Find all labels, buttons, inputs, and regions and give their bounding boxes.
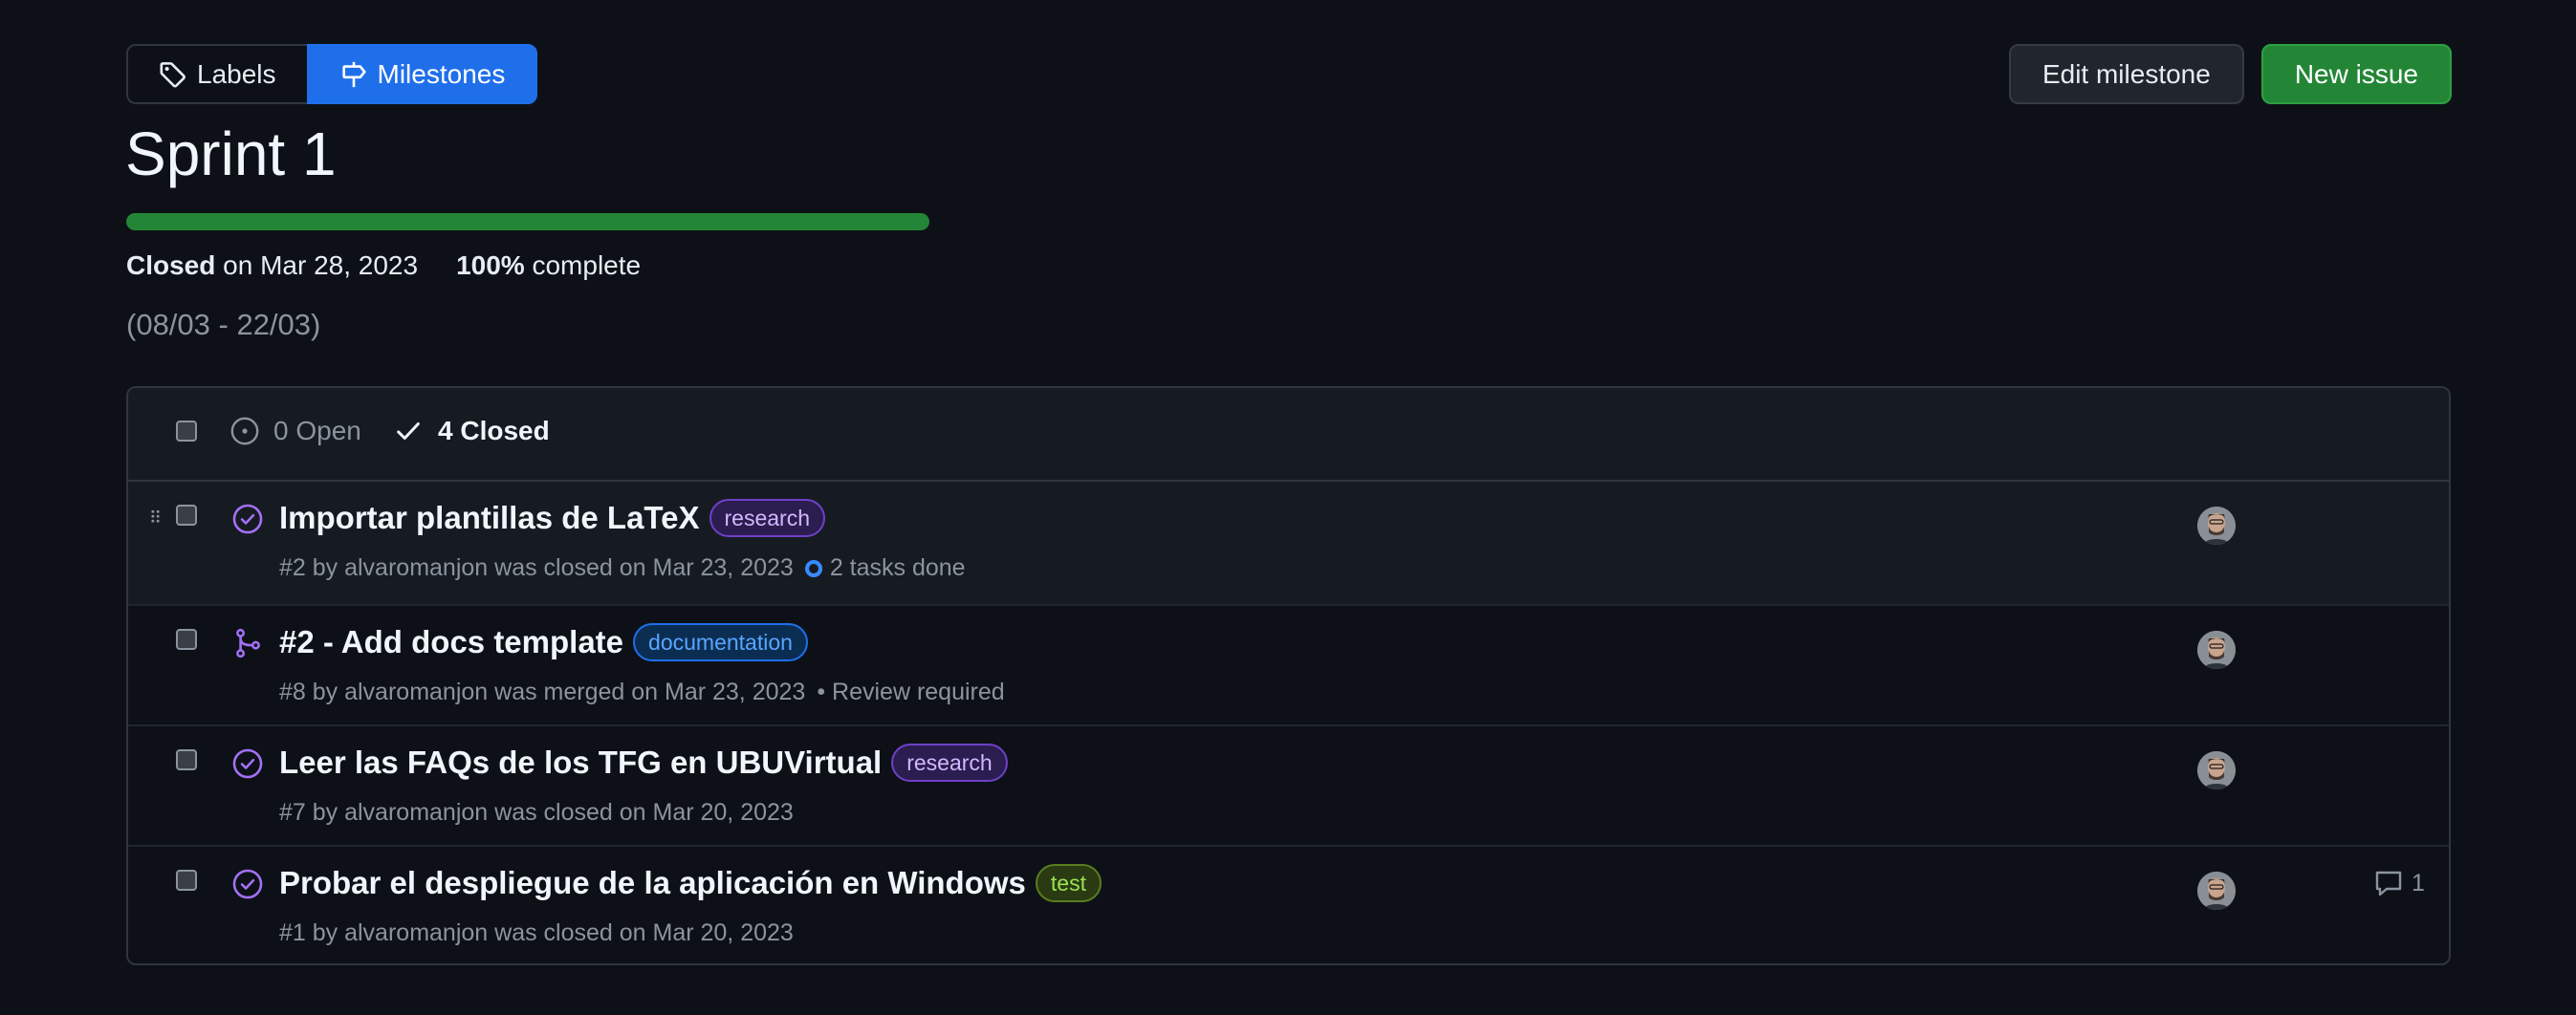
milestone-closed-date: Closed on Mar 28, 2023 xyxy=(126,250,418,281)
avatar[interactable] xyxy=(2197,872,2236,910)
select-all-checkbox[interactable] xyxy=(176,421,197,442)
milestones-tab-label: Milestones xyxy=(377,58,506,89)
avatar-image xyxy=(2197,872,2236,910)
review-status: • Review required xyxy=(817,679,1005,705)
issues-list-header: 0 Open 4 Closed xyxy=(128,388,2449,482)
pr-label[interactable]: documentation xyxy=(633,623,808,661)
issue-title[interactable]: Importar plantillas de LaTeX xyxy=(279,500,700,536)
issue-open-icon xyxy=(230,417,259,445)
issue-closed-icon xyxy=(232,504,263,534)
issue-title-group: Probar el despliegue de la aplicación en… xyxy=(279,864,1102,902)
issue-checkbox[interactable] xyxy=(176,629,197,650)
avatar-image xyxy=(2197,507,2236,545)
avatar[interactable] xyxy=(2197,631,2236,669)
new-issue-button[interactable]: New issue xyxy=(2260,44,2452,104)
labels-milestones-nav: Labels Milestones xyxy=(126,44,538,104)
issue-meta-text: #7 by alvaromanjon was closed on Mar 20,… xyxy=(279,799,794,826)
issue-meta: #7 by alvaromanjon was closed on Mar 20,… xyxy=(279,799,794,827)
issue-checkbox[interactable] xyxy=(176,749,197,770)
issue-meta-text: #1 by alvaromanjon was closed on Mar 20,… xyxy=(279,919,794,946)
avatar[interactable] xyxy=(2197,751,2236,789)
issue-row[interactable]: Leer las FAQs de los TFG en UBUVirtual r… xyxy=(128,726,2449,847)
tag-icon xyxy=(160,61,186,87)
open-filter[interactable]: 0 Open xyxy=(229,416,361,446)
issue-meta: #2 by alvaromanjon was closed on Mar 23,… xyxy=(279,554,966,582)
progress-bar-fill xyxy=(126,213,929,230)
pr-title[interactable]: #2 - Add docs template xyxy=(279,624,623,660)
milestone-meta: Closed on Mar 28, 2023 100% complete xyxy=(126,250,641,281)
closed-filter[interactable]: 4 Closed xyxy=(394,416,550,446)
tasks-progress: 2 tasks done xyxy=(804,554,966,582)
issue-meta-text: #2 by alvaromanjon was closed on Mar 23,… xyxy=(279,554,794,581)
comment-icon xyxy=(2375,871,2402,896)
milestone-status-date: on Mar 28, 2023 xyxy=(223,250,419,280)
issue-title[interactable]: Probar el despliegue de la aplicación en… xyxy=(279,865,1026,901)
issue-label[interactable]: research xyxy=(709,499,825,537)
issue-label[interactable]: research xyxy=(891,744,1008,782)
issue-row[interactable]: ⠿ Importar plantillas de LaTeX research … xyxy=(128,482,2449,606)
issue-row[interactable]: Probar el despliegue de la aplicación en… xyxy=(128,847,2449,963)
avatar-image xyxy=(2197,751,2236,789)
milestones-tab[interactable]: Milestones xyxy=(306,44,538,104)
milestone-title: Sprint 1 xyxy=(125,119,337,188)
labels-tab[interactable]: Labels xyxy=(126,44,307,104)
milestone-page: Labels Milestones Edit milestone New iss… xyxy=(0,0,2576,1015)
comments-link[interactable]: 1 xyxy=(2373,868,2425,898)
milestone-icon xyxy=(341,61,366,87)
edit-milestone-button[interactable]: Edit milestone xyxy=(2008,44,2244,104)
issue-title[interactable]: Leer las FAQs de los TFG en UBUVirtual xyxy=(279,745,882,781)
tasks-done-text: 2 tasks done xyxy=(829,554,966,581)
issue-title-group: Importar plantillas de LaTeX research xyxy=(279,499,825,537)
issue-label[interactable]: test xyxy=(1035,864,1102,902)
avatar-image xyxy=(2197,631,2236,669)
comment-count: 1 xyxy=(2412,869,2425,896)
task-progress-icon xyxy=(804,559,822,577)
milestone-completion: 100% complete xyxy=(456,250,641,281)
pr-merged-icon xyxy=(236,628,260,659)
completion-word: complete xyxy=(532,250,642,280)
check-icon xyxy=(397,422,420,440)
issue-closed-icon xyxy=(232,748,263,779)
issue-checkbox[interactable] xyxy=(176,505,197,526)
milestone-status: Closed xyxy=(126,250,216,280)
issue-title-group: Leer las FAQs de los TFG en UBUVirtual r… xyxy=(279,744,1008,782)
issue-closed-icon xyxy=(232,869,263,899)
issues-list: 0 Open 4 Closed ⠿ Importar plantillas de… xyxy=(126,386,2451,965)
issue-checkbox[interactable] xyxy=(176,870,197,891)
open-count: 0 Open xyxy=(273,416,361,445)
milestone-description: (08/03 - 22/03) xyxy=(126,308,321,341)
closed-count: 4 Closed xyxy=(438,416,550,445)
pr-title-group: #2 - Add docs template documentation xyxy=(279,623,808,661)
avatar[interactable] xyxy=(2197,507,2236,545)
completion-percent: 100% xyxy=(456,250,525,280)
issue-meta: #1 by alvaromanjon was closed on Mar 20,… xyxy=(279,919,794,947)
pull-request-row[interactable]: #2 - Add docs template documentation #8 … xyxy=(128,606,2449,726)
pr-meta: #8 by alvaromanjon was merged on Mar 23,… xyxy=(279,679,1005,706)
milestone-actions: Edit milestone New issue xyxy=(2008,44,2452,104)
pr-meta-text: #8 by alvaromanjon was merged on Mar 23,… xyxy=(279,679,806,705)
drag-handle-icon[interactable]: ⠿ xyxy=(149,508,162,529)
labels-tab-label: Labels xyxy=(197,58,276,89)
milestone-progress-bar xyxy=(126,213,929,230)
